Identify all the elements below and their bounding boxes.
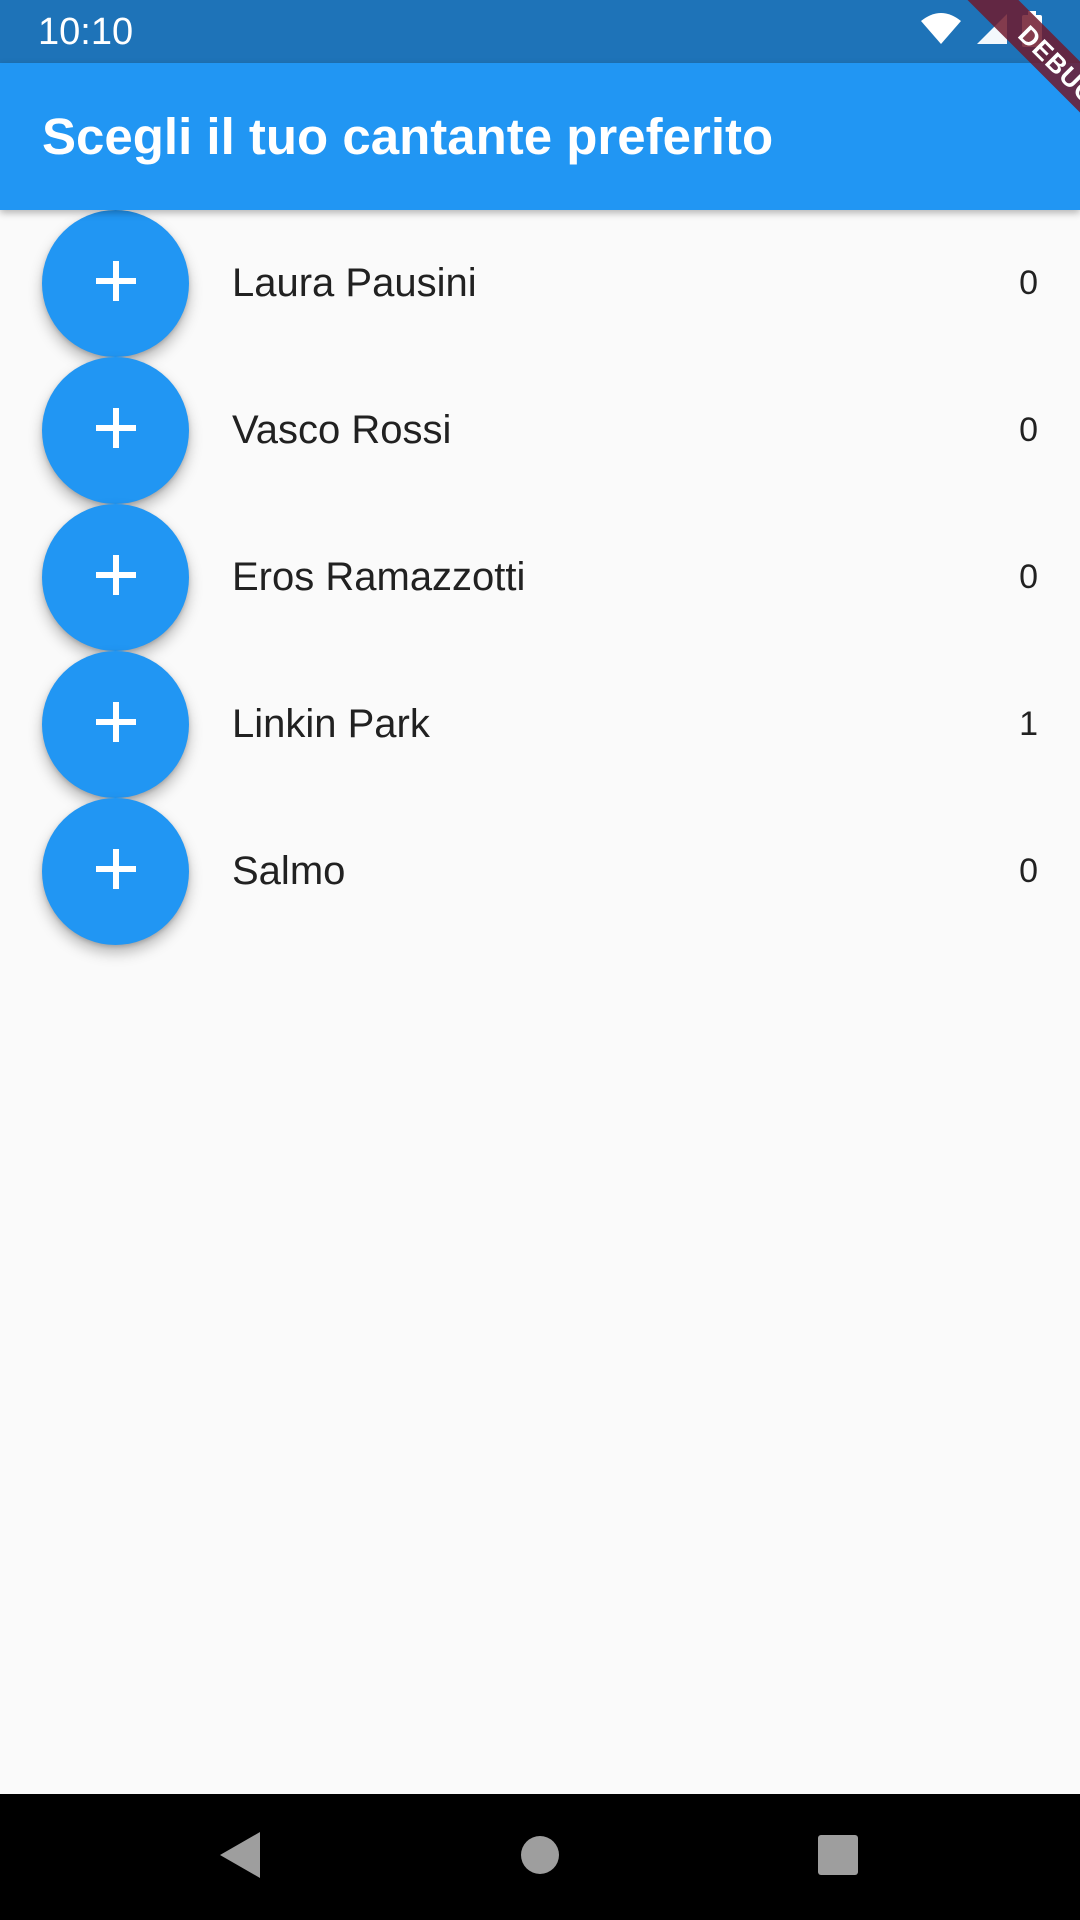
add-vote-button[interactable] [42, 651, 189, 798]
singer-name: Eros Ramazzotti [232, 555, 526, 599]
add-icon [95, 702, 136, 747]
back-button[interactable] [202, 1819, 278, 1895]
vote-count: 0 [1019, 558, 1038, 596]
home-button[interactable] [502, 1819, 578, 1895]
singer-name: Salmo [232, 849, 346, 893]
singer-name: Linkin Park [232, 702, 430, 746]
add-icon [95, 261, 136, 306]
vote-count: 1 [1019, 705, 1038, 743]
singer-row: Laura Pausini 0 [0, 210, 1080, 357]
singer-row: Salmo 0 [0, 798, 1080, 945]
add-icon [95, 408, 136, 453]
add-vote-button[interactable] [42, 210, 189, 357]
debug-banner: DEBUG [920, 0, 1080, 160]
vote-count: 0 [1019, 411, 1038, 449]
add-vote-button[interactable] [42, 357, 189, 504]
add-vote-button[interactable] [42, 504, 189, 651]
app-bar: Scegli il tuo cantante preferito [0, 63, 1080, 210]
status-time: 10:10 [38, 11, 134, 53]
add-vote-button[interactable] [42, 798, 189, 945]
singer-row: Eros Ramazzotti 0 [0, 504, 1080, 651]
add-icon [95, 849, 136, 894]
singer-list: Laura Pausini 0 Vasco Rossi 0 Eros Ramaz… [0, 210, 1080, 945]
singer-row: Linkin Park 1 [0, 651, 1080, 798]
recents-icon [818, 1834, 858, 1880]
home-icon [520, 1835, 560, 1880]
page-title: Scegli il tuo cantante preferito [42, 108, 774, 165]
debug-banner-label: DEBUG [963, 0, 1080, 160]
back-icon [220, 1831, 260, 1883]
singer-row: Vasco Rossi 0 [0, 357, 1080, 504]
vote-count: 0 [1019, 852, 1038, 890]
recents-button[interactable] [800, 1819, 876, 1895]
vote-count: 0 [1019, 264, 1038, 302]
singer-name: Laura Pausini [232, 261, 477, 305]
add-icon [95, 555, 136, 600]
status-bar: 10:10 [0, 0, 1080, 63]
singer-name: Vasco Rossi [232, 408, 452, 452]
system-nav-bar [0, 1794, 1080, 1920]
